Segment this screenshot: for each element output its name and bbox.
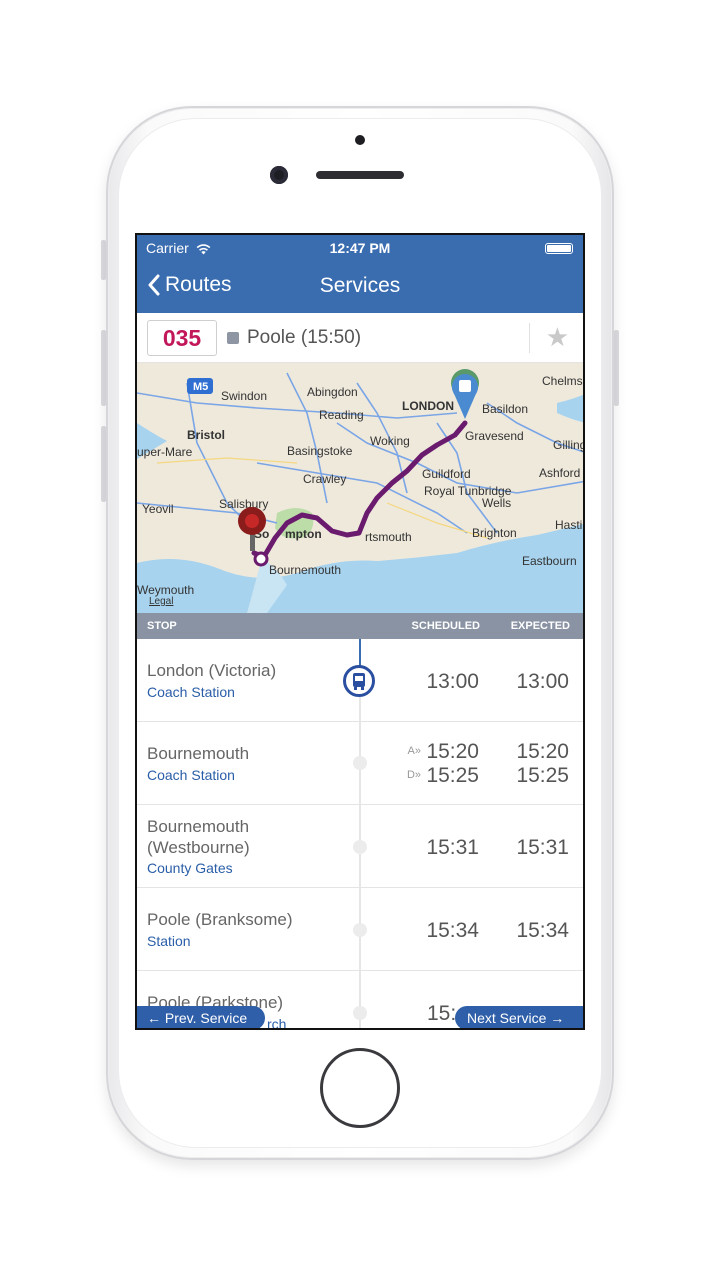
map-label-crawley: Crawley [303,472,346,486]
map-label-hastings: Hasti [555,518,582,532]
stop-dot [353,1006,367,1020]
stop-name-line1: Bournemouth [147,817,250,836]
scheduled-time: 15:34 [426,919,479,942]
next-service-button[interactable]: Next Service → [455,1006,583,1028]
map-label-basingstoke: Basingstoke [287,444,353,458]
map-label-guildford: Guildford [422,467,471,481]
stop-name: London (Victoria) [147,661,277,680]
map-label-swindon: Swindon [221,389,267,403]
coach-icon [227,332,239,344]
map-label-reading: Reading [319,408,364,422]
expected-departure: 15:25 [516,764,569,787]
map-label-m5: M5 [193,381,208,393]
legal-link[interactable]: Legal [149,596,173,607]
proximity-sensor [355,135,365,145]
scheduled-time: 15: [427,1002,457,1025]
map-label-salisbury: Salisbury [219,497,268,511]
stops-table-header: STOP SCHEDULED EXPECTED [137,613,583,639]
map-label-southampton-end: mpton [285,527,322,541]
stops-list[interactable]: London (Victoria) Coach Station 13:00 13… [137,639,583,1030]
map-label-abingdon: Abingdon [307,385,358,399]
map-label-basildon: Basildon [482,402,528,416]
battery-icon [545,243,573,254]
scheduled-arrival: 15:20 [426,740,479,763]
map-label-gravesend: Gravesend [465,429,524,443]
power-button [614,330,619,406]
stop-dot [353,840,367,854]
current-bus-icon [343,665,375,697]
scheduled-time: 13:00 [426,670,479,693]
map-label-yeovil: Yeovil [142,502,174,516]
map-label-weston-super-mare: uper-Mare [137,445,193,459]
map-label-bristol: Bristol [187,428,225,442]
stop-sub: Coach Station [147,767,235,783]
route-map[interactable]: M5 Swindon Abingdon LONDON Basildon Chel… [137,363,583,613]
map-label-eastbourne: Eastbourn [522,554,577,568]
route-header: 035 Poole (15:50) ★ [137,313,583,363]
map-label-woking: Woking [370,434,410,448]
status-bar: Carrier 12:47 PM [137,235,583,261]
header-scheduled: SCHEDULED [411,620,480,632]
route-number-badge: 035 [147,320,217,356]
stop-name: Poole (Branksome) [147,910,293,929]
expected-time: 13:00 [516,670,569,693]
stop-row[interactable]: Bournemouth (Westbourne) County Gates 15… [137,805,583,888]
map-label-chelmsford: Chelms [542,374,583,388]
favorite-star-icon[interactable]: ★ [546,322,569,353]
map-label-ashford: Ashford [539,466,580,480]
header-expected: EXPECTED [510,620,570,632]
stop-row[interactable]: Bournemouth Coach Station A» D» 15:20 15… [137,722,583,805]
expected-time: 15:31 [516,836,569,859]
navigation-bar: Routes Services [137,261,583,313]
stop-dot [353,923,367,937]
map-label-weymouth: Weymouth [137,583,194,597]
divider [529,323,530,353]
home-button[interactable] [320,1048,400,1128]
stop-dot [353,756,367,770]
stop-name-line2: (Westbourne) [147,838,250,857]
stop-sub: Coach Station [147,684,235,700]
map-label-gillingham: Gilling [553,438,583,452]
header-stop: STOP [147,620,177,632]
expected-time: 15:34 [516,919,569,942]
map-label-brighton: Brighton [472,526,517,540]
page: Carrier 12:47 PM Routes Services 035 Poo… [0,0,720,1262]
stop-row[interactable]: Poole (Branksome) Station 15:34 15:34 [137,888,583,971]
arrival-label: A» [407,745,421,757]
expected-arrival: 15:20 [516,740,569,763]
stop-row[interactable]: London (Victoria) Coach Station 13:00 13… [137,639,583,722]
map-label-portsmouth: rtsmouth [365,530,412,544]
earpiece-speaker [316,171,404,179]
front-camera [270,166,288,184]
stop-sub: County Gates [147,860,233,876]
map-label-wells: Wells [482,496,511,510]
nav-title: Services [319,274,401,297]
prev-service-button[interactable]: ← Prev. Service [137,1006,265,1028]
departure-label: D» [406,769,421,781]
map-label-bournemouth: Bournemouth [269,563,341,577]
scheduled-time: 15:31 [426,836,479,859]
map-label-london: LONDON [402,399,454,413]
stop-name: Bournemouth [147,744,250,763]
stop-sub: rch [267,1016,287,1030]
route-destination: Poole (15:50) [247,327,362,348]
stop-sub: Station [147,933,191,949]
scheduled-departure: 15:25 [426,764,479,787]
app-screen: Carrier 12:47 PM Routes Services 035 Poo… [135,233,585,1030]
status-time: 12:47 PM [329,240,391,256]
